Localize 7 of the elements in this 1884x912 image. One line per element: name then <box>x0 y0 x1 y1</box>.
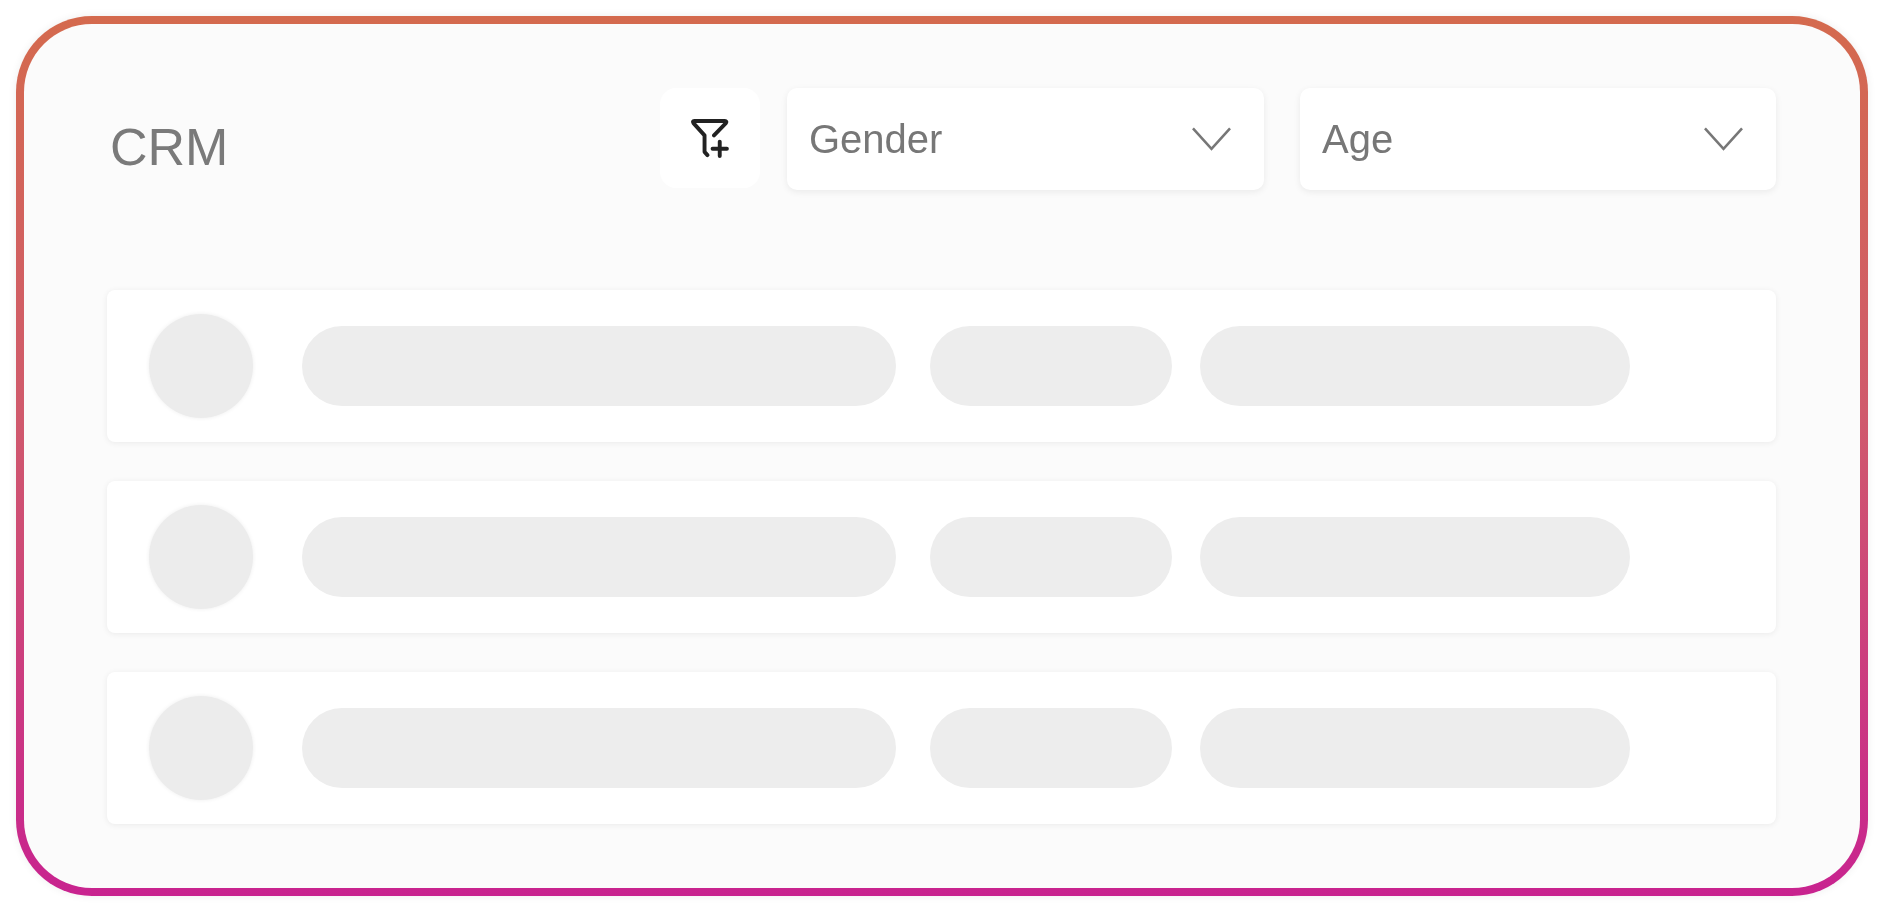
dropdown-select[interactable]: Gender <box>787 88 1264 190</box>
crm-title: CRM <box>110 121 230 173</box>
funnel-plus-icon <box>690 118 730 158</box>
dropdown-select[interactable]: Age <box>1300 88 1776 190</box>
add-filter-button[interactable] <box>660 88 760 188</box>
chevron-down-icon <box>1704 127 1743 151</box>
chevron-down-icon <box>1192 127 1231 151</box>
